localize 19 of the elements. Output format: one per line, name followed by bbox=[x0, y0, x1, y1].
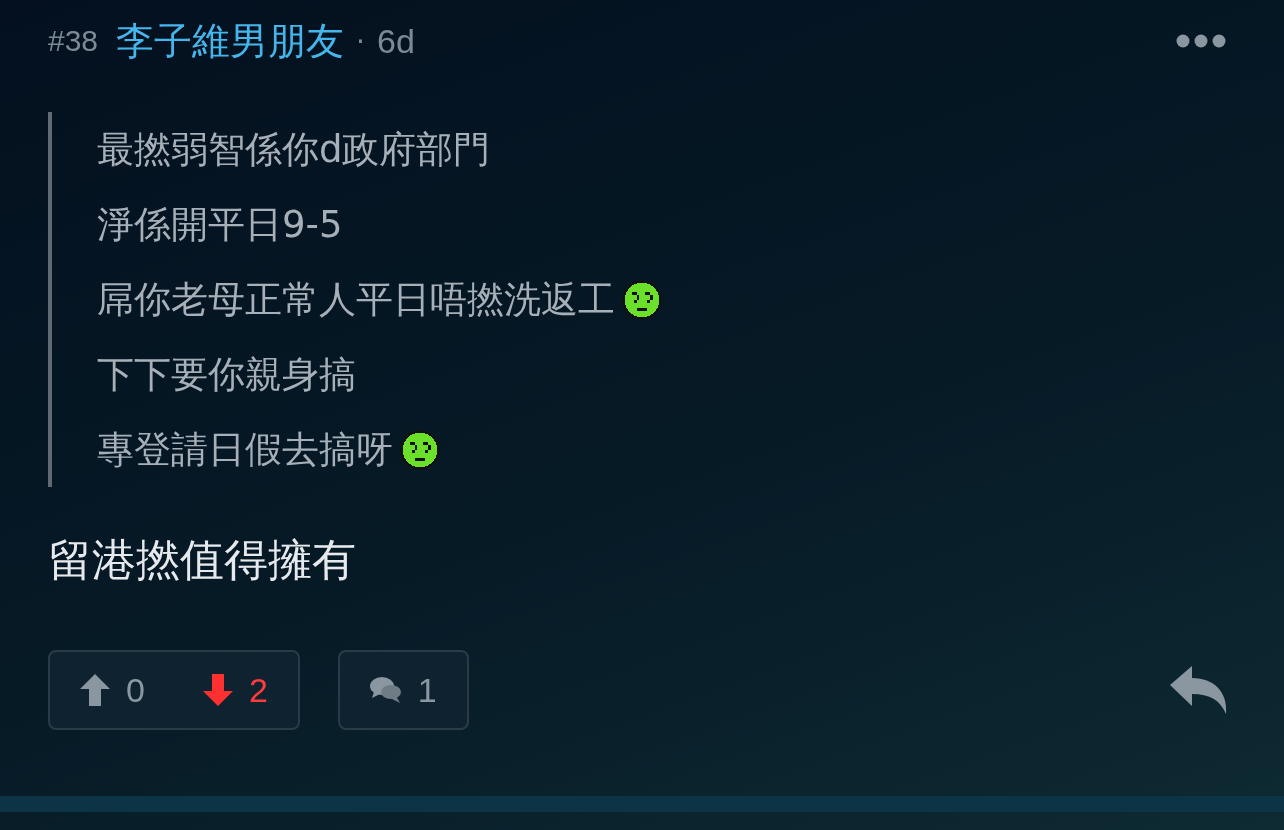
emoji-icon bbox=[621, 278, 663, 321]
comments-button[interactable]: 1 bbox=[337, 650, 469, 730]
post-number: #38 bbox=[48, 24, 99, 58]
comments-icon bbox=[369, 676, 402, 704]
separator-dot: · bbox=[356, 24, 365, 58]
post-time: 6d bbox=[376, 21, 415, 61]
post-text: 留港撚值得擁有 bbox=[48, 533, 357, 587]
more-icon[interactable] bbox=[1176, 34, 1226, 48]
author-name[interactable]: 李子維男朋友 bbox=[116, 15, 345, 67]
emoji-icon bbox=[399, 428, 441, 471]
quote-line: 下下要你親身搞 bbox=[97, 351, 356, 398]
upvote-icon[interactable] bbox=[80, 674, 110, 706]
quote-line: 專登請日假去搞呀 bbox=[97, 426, 393, 473]
upvote-count: 0 bbox=[126, 670, 145, 710]
quote-line: 淨係開平日9-5 bbox=[97, 201, 343, 248]
quote-line: 屌你老母正常人平日唔撚洗返工 bbox=[97, 276, 615, 323]
downvote-icon[interactable] bbox=[202, 674, 233, 706]
downvote-count: 2 bbox=[248, 670, 268, 710]
quote-line: 最撚弱智係你d政府部門 bbox=[97, 126, 491, 173]
